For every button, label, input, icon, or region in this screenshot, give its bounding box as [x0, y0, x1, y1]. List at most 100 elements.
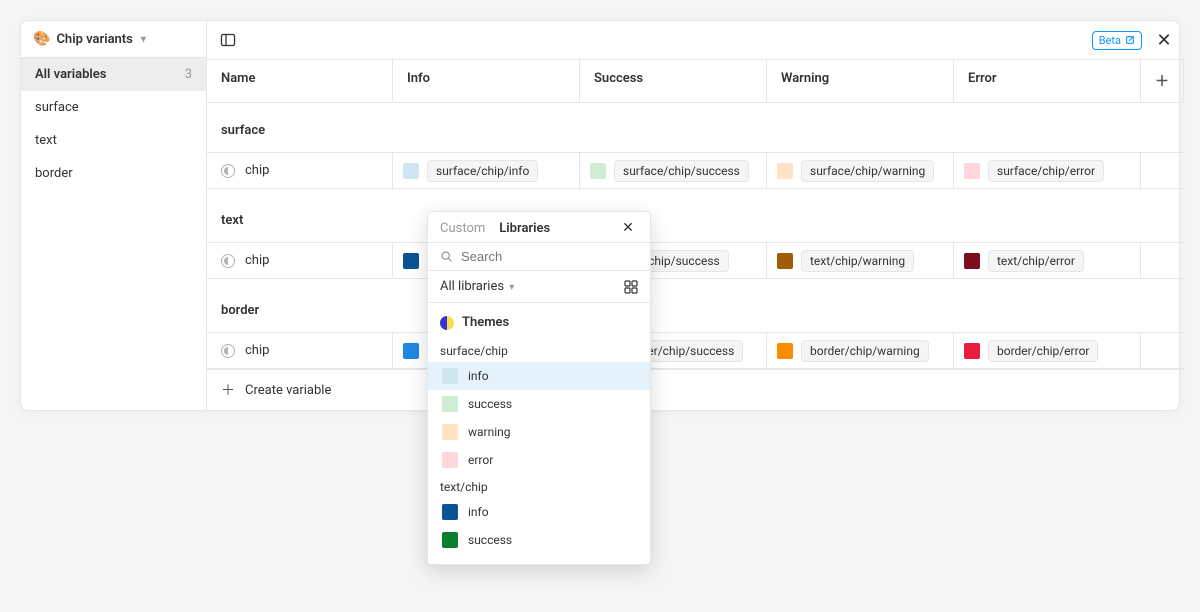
value-token: surface/chip/warning	[801, 160, 934, 182]
popover-group-label: text/chip	[428, 474, 650, 498]
close-icon[interactable]: ✕	[1154, 30, 1174, 51]
value-token: surface/chip/error	[988, 160, 1104, 182]
themes-icon	[440, 316, 454, 330]
variable-row[interactable]: chiptext/chip/infotext/chip/successtext/…	[207, 242, 1184, 279]
popover-item[interactable]: success	[428, 390, 650, 418]
palette-icon: 🎨	[33, 31, 50, 47]
popover-item-label: info	[468, 369, 489, 383]
value-cell[interactable]: surface/chip/error	[954, 153, 1141, 188]
popover-item-label: error	[468, 453, 493, 467]
color-variable-icon	[221, 344, 235, 358]
swatch	[442, 368, 458, 384]
swatch	[403, 253, 419, 269]
variable-row[interactable]: chipborder/chip/infoborder/chip/successb…	[207, 332, 1184, 369]
value-cell[interactable]: border/chip/error	[954, 333, 1141, 368]
variable-name: chip	[245, 163, 269, 178]
swatch	[777, 163, 793, 179]
variable-name: chip	[245, 343, 269, 358]
tab-libraries[interactable]: Libraries	[499, 221, 550, 236]
popover-item-label: success	[468, 397, 512, 411]
value-cell[interactable]: surface/chip/success	[580, 153, 767, 188]
search-input[interactable]	[461, 249, 638, 264]
swatch	[442, 424, 458, 440]
swatch	[442, 532, 458, 548]
search-icon	[440, 250, 453, 263]
value-cell[interactable]: border/chip/warning	[767, 333, 954, 368]
external-link-icon	[1125, 35, 1135, 45]
column-error[interactable]: Error	[954, 60, 1141, 102]
swatch	[964, 163, 980, 179]
chevron-down-icon: ▾	[141, 34, 146, 45]
sidebar-item-label: text	[35, 133, 57, 148]
popover-group-label: surface/chip	[428, 338, 650, 362]
value-cell[interactable]: surface/chip/warning	[767, 153, 954, 188]
beta-label: Beta	[1099, 34, 1121, 47]
popover-item-label: success	[468, 533, 512, 547]
column-warning[interactable]: Warning	[767, 60, 954, 102]
sidebar-item-label: border	[35, 166, 73, 181]
swatch	[777, 253, 793, 269]
library-section[interactable]: Themes	[428, 307, 650, 338]
table-body: surface chip surface/chip/info surface/chip…	[207, 103, 1184, 369]
library-filter[interactable]: All libraries ▾	[440, 279, 514, 294]
popover-item[interactable]: warning	[428, 418, 650, 446]
column-name: Name	[207, 60, 393, 102]
value-token: text/chip/warning	[801, 250, 914, 272]
value-token: border/chip/warning	[801, 340, 929, 362]
value-cell[interactable]: text/chip/warning	[767, 243, 954, 278]
library-section-label: Themes	[462, 315, 509, 330]
tab-custom[interactable]: Custom	[440, 221, 485, 236]
value-cell[interactable]: surface/chip/info	[393, 153, 580, 188]
create-variable-button[interactable]: ＋ Create variable	[207, 369, 1184, 410]
beta-badge[interactable]: Beta	[1092, 31, 1142, 50]
chevron-down-icon: ▾	[509, 282, 514, 293]
variables-panel: 🎨 Chip variants ▾ All variables 3 surface t…	[20, 20, 1180, 411]
swatch	[964, 343, 980, 359]
swatch	[442, 396, 458, 412]
sidebar-item-label: All variables	[35, 67, 106, 82]
value-token: text/chip/error	[988, 250, 1084, 272]
sidebar-item[interactable]: All variables 3	[21, 58, 206, 91]
color-variable-icon	[221, 164, 235, 178]
swatch	[403, 343, 419, 359]
variable-row[interactable]: chip surface/chip/info surface/chip/succes…	[207, 152, 1184, 189]
sidebar-item[interactable]: surface	[21, 91, 206, 124]
swatch	[964, 253, 980, 269]
collection-title: Chip variants	[56, 32, 132, 47]
swatch	[590, 163, 606, 179]
popover-item[interactable]: info	[428, 498, 650, 526]
value-cell[interactable]: text/chip/error	[954, 243, 1141, 278]
sidebar-item-label: surface	[35, 100, 79, 115]
grid-view-icon[interactable]	[624, 280, 638, 294]
toolbar: Beta ✕	[207, 21, 1184, 60]
popover-item[interactable]: error	[428, 446, 650, 474]
value-token: surface/chip/info	[427, 160, 538, 182]
collection-header[interactable]: 🎨 Chip variants ▾	[21, 21, 206, 58]
popover-item-label: info	[468, 505, 489, 519]
color-variable-icon	[221, 254, 235, 268]
column-info[interactable]: Info	[393, 60, 580, 102]
popover-item[interactable]: success	[428, 526, 650, 554]
variable-name: chip	[245, 253, 269, 268]
group-header[interactable]: border	[207, 283, 1184, 332]
popover-close-icon[interactable]: ✕	[618, 220, 638, 236]
swatch	[442, 504, 458, 520]
main: Beta ✕ Name Info Success Warning Error ＋…	[207, 21, 1184, 410]
sidebar-item[interactable]: border	[21, 157, 206, 190]
sidebar-item[interactable]: text	[21, 124, 206, 157]
plus-icon: ＋	[1155, 71, 1169, 91]
popover-item-label: warning	[468, 425, 511, 439]
swatch	[403, 163, 419, 179]
popover-item[interactable]: info	[428, 362, 650, 390]
table-header: Name Info Success Warning Error ＋	[207, 60, 1184, 103]
group-header[interactable]: surface	[207, 103, 1184, 152]
plus-icon: ＋	[221, 380, 235, 400]
sidebar-toggle-icon[interactable]	[217, 29, 239, 51]
value-token: surface/chip/success	[614, 160, 749, 182]
swatch	[442, 452, 458, 468]
sidebar-item-count: 3	[185, 67, 192, 82]
swatch	[777, 343, 793, 359]
add-mode-button[interactable]: ＋	[1141, 60, 1184, 102]
group-header[interactable]: text	[207, 193, 1184, 242]
column-success[interactable]: Success	[580, 60, 767, 102]
